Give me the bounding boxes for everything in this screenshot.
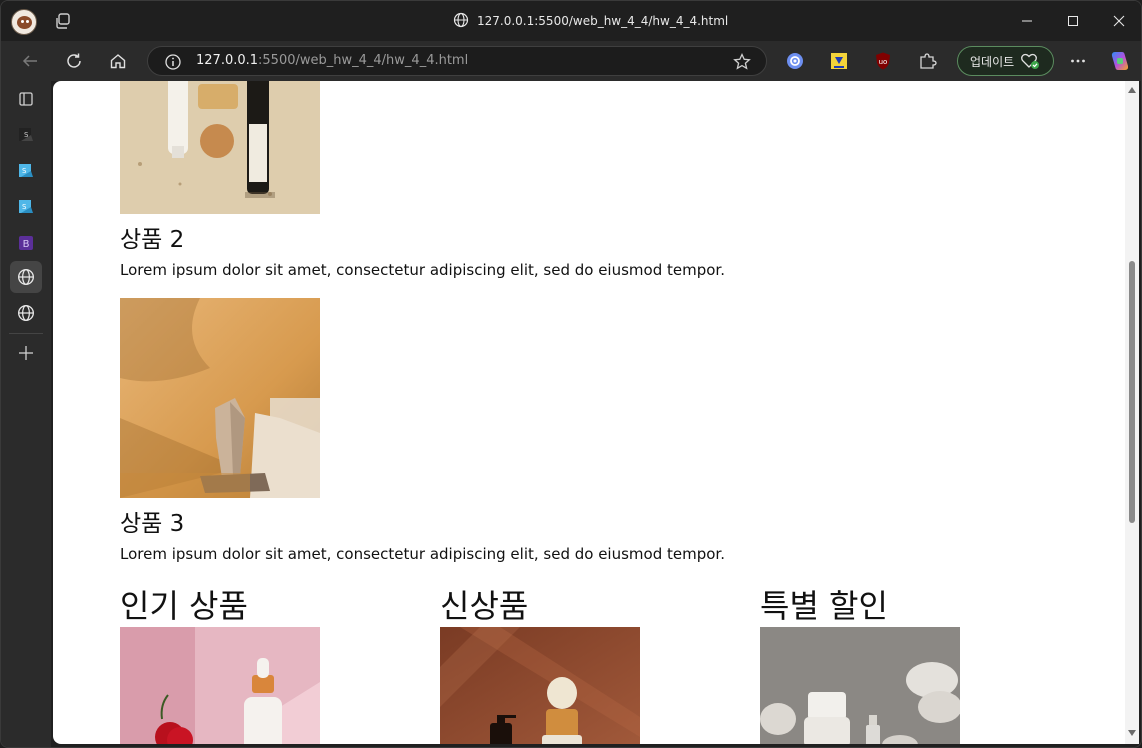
- svg-text:uo: uo: [879, 58, 888, 66]
- update-button[interactable]: 업데이트: [957, 46, 1054, 76]
- stackedit-blue-icon[interactable]: S: [10, 155, 42, 187]
- maximize-button[interactable]: [1062, 10, 1084, 32]
- star-icon[interactable]: [732, 52, 752, 72]
- back-arrow-icon[interactable]: [18, 49, 42, 73]
- product-image-stone-shadow: [120, 298, 320, 498]
- globe-icon: [453, 12, 469, 31]
- copilot-icon[interactable]: [1108, 49, 1132, 73]
- browser-window: 127.0.0.1:5500/web_hw_4_4/hw_4_4.html 12…: [0, 0, 1142, 748]
- profile-avatar-icon[interactable]: [11, 9, 37, 35]
- minimize-button[interactable]: [1016, 10, 1038, 32]
- site-info-icon[interactable]: [164, 53, 182, 71]
- stackedit-blue-icon-2[interactable]: S: [10, 191, 42, 223]
- extensions-puzzle-icon[interactable]: [917, 51, 937, 71]
- page-scrollbar[interactable]: [1125, 81, 1139, 744]
- download-extension-icon[interactable]: [829, 51, 849, 71]
- sidebar-divider: [9, 333, 43, 334]
- product-description: Lorem ipsum dolor sit amet, consectetur …: [120, 261, 725, 279]
- section-title-new: 신상품: [440, 587, 529, 625]
- globe-icon[interactable]: [10, 297, 42, 329]
- section-image-popular: [120, 627, 320, 744]
- title-bar: 127.0.0.1:5500/web_hw_4_4/hw_4_4.html: [1, 1, 1141, 41]
- url-host: 127.0.0.1: [196, 53, 259, 68]
- close-button[interactable]: [1108, 10, 1130, 32]
- home-icon[interactable]: [106, 49, 130, 73]
- search-extension-icon[interactable]: [785, 51, 805, 71]
- browser-health-icon: [1020, 52, 1040, 70]
- refresh-icon[interactable]: [62, 49, 86, 73]
- sidebar: S S S B: [1, 81, 51, 747]
- section-image-new: [440, 627, 640, 744]
- address-bar[interactable]: 127.0.0.1:5500/web_hw_4_4/hw_4_4.html: [147, 46, 767, 76]
- svg-text:S: S: [24, 131, 29, 139]
- page-viewport: 상품 2 Lorem ipsum dolor sit amet, consect…: [53, 81, 1125, 744]
- scroll-down-arrow-icon[interactable]: [1128, 730, 1136, 736]
- scroll-up-arrow-icon[interactable]: [1128, 87, 1136, 93]
- scroll-thumb[interactable]: [1129, 261, 1135, 523]
- product-title: 상품 3: [120, 511, 185, 537]
- tab-actions-icon[interactable]: [55, 12, 73, 30]
- bootstrap-icon[interactable]: B: [10, 227, 42, 259]
- window-title: 127.0.0.1:5500/web_hw_4_4/hw_4_4.html: [453, 11, 728, 31]
- ublock-origin-icon[interactable]: uo: [873, 51, 893, 71]
- svg-text:S: S: [22, 203, 27, 211]
- product-title: 상품 2: [120, 227, 185, 253]
- window-title-text: 127.0.0.1:5500/web_hw_4_4/hw_4_4.html: [477, 14, 729, 28]
- more-icon[interactable]: [1066, 49, 1090, 73]
- section-image-sale: [760, 627, 960, 744]
- section-title-sale: 특별 할인: [760, 587, 888, 625]
- url-path: :5500/web_hw_4_4/hw_4_4.html: [258, 53, 469, 68]
- url-text[interactable]: 127.0.0.1:5500/web_hw_4_4/hw_4_4.html: [196, 53, 468, 68]
- add-icon[interactable]: [10, 337, 42, 369]
- svg-text:B: B: [23, 239, 30, 250]
- update-label: 업데이트: [970, 54, 1015, 69]
- globe-active-icon[interactable]: [10, 261, 42, 293]
- product-image-cosmetics-stone: [120, 81, 320, 214]
- product-description: Lorem ipsum dolor sit amet, consectetur …: [120, 545, 725, 563]
- section-title-popular: 인기 상품: [120, 587, 248, 625]
- stackedit-dark-icon[interactable]: S: [10, 119, 42, 151]
- vertical-tabs-icon[interactable]: [10, 83, 42, 115]
- svg-text:S: S: [22, 167, 27, 175]
